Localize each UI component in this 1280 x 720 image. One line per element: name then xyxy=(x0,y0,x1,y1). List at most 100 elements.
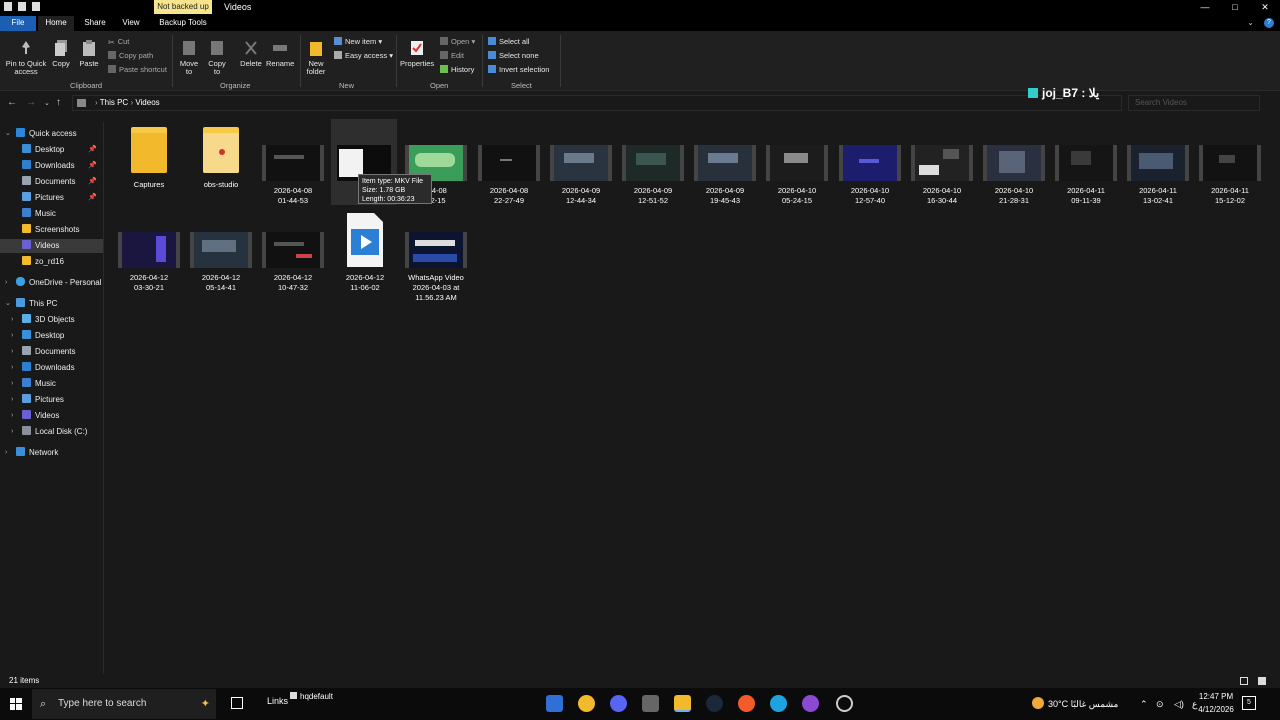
chevron-right-icon[interactable]: › xyxy=(11,329,13,343)
sidebar-item-pc-downloads[interactable]: › Downloads xyxy=(0,361,103,375)
context-tab-not-backed-up[interactable]: Not backed up xyxy=(154,0,212,14)
tab-home[interactable]: Home xyxy=(38,16,74,31)
sidebar-onedrive[interactable]: › OneDrive - Personal xyxy=(0,276,103,290)
history-button[interactable]: History xyxy=(440,65,474,74)
pin-to-quick-access-button[interactable]: Pin to Quick access xyxy=(4,39,48,76)
windows-start-icon[interactable] xyxy=(10,698,22,710)
new-item-button[interactable]: New item ▾ xyxy=(334,37,382,46)
minimize-button[interactable]: — xyxy=(1190,0,1220,15)
file-tile-whatsapp-video[interactable]: WhatsApp Video 2026-04-03 at 11.56.23 AM xyxy=(403,232,469,303)
chevron-right-icon[interactable]: › xyxy=(11,345,13,359)
help-icon[interactable]: ? xyxy=(1264,18,1274,28)
hqdefault-link[interactable]: hqdefault xyxy=(290,688,333,706)
tab-share[interactable]: Share xyxy=(80,16,110,31)
outlook-icon[interactable] xyxy=(546,695,563,712)
folder-qa-icon[interactable] xyxy=(32,2,40,11)
breadcrumb-videos[interactable]: Videos xyxy=(135,98,159,107)
select-all-button[interactable]: Select all xyxy=(488,37,529,46)
file-tile-video[interactable]: 2026-04-09 12-44-34 xyxy=(548,145,614,206)
paste-shortcut-button[interactable]: Paste shortcut xyxy=(108,65,167,74)
sidebar-network[interactable]: › Network xyxy=(0,446,103,460)
file-tile-video[interactable]: 2026-04-09 19-45-43 xyxy=(692,145,758,206)
cut-button[interactable]: ✂ Cut xyxy=(108,37,129,47)
file-tile-video[interactable]: 2026-04-11 09-11-39 xyxy=(1053,145,1119,206)
open-button[interactable]: Open ▾ xyxy=(440,37,475,46)
tab-backup-tools[interactable]: Backup Tools xyxy=(154,16,212,31)
properties-qa-icon[interactable] xyxy=(4,2,12,11)
edge-icon[interactable] xyxy=(770,695,787,712)
sidebar-quick-access[interactable]: ⌄ Quick access xyxy=(0,127,103,141)
sidebar-item-3d-objects[interactable]: › 3D Objects xyxy=(0,313,103,327)
sidebar-this-pc[interactable]: ⌄ This PC xyxy=(0,297,103,311)
chevron-right-icon[interactable]: › xyxy=(5,446,7,460)
network-status-icon[interactable]: ⊙ xyxy=(1156,688,1164,720)
delete-button[interactable]: Delete xyxy=(238,39,264,68)
taskbar-search-input[interactable]: ⌕ Type here to search ✦ xyxy=(32,689,216,719)
collapse-ribbon-icon[interactable]: ⌄ xyxy=(1247,18,1254,27)
copy-path-button[interactable]: Copy path xyxy=(108,51,153,60)
sidebar-item-pictures[interactable]: Pictures 📌 xyxy=(0,191,103,205)
task-view-icon[interactable] xyxy=(231,697,243,709)
search-input[interactable]: Search Videos xyxy=(1128,95,1260,111)
new-folder-button[interactable]: New folder xyxy=(304,39,328,76)
pin-icon[interactable]: 📌 xyxy=(88,159,97,173)
pin-icon[interactable]: 📌 xyxy=(88,191,97,205)
file-tile-video[interactable]: 2026-04-12 10-47-32 xyxy=(260,232,326,293)
chevron-right-icon[interactable]: › xyxy=(5,276,7,290)
pin-icon[interactable]: 📌 xyxy=(88,175,97,189)
maximize-button[interactable]: □ xyxy=(1220,0,1250,15)
breadcrumb-this-pc[interactable]: This PC xyxy=(100,98,128,107)
file-tile-video[interactable]: 2026-04-08 01-44-53 xyxy=(260,145,326,206)
sidebar-item-videos[interactable]: Videos xyxy=(0,239,103,253)
chevron-right-icon[interactable]: › xyxy=(11,361,13,375)
large-icons-view-icon[interactable] xyxy=(1258,677,1266,685)
sidebar-item-pc-pictures[interactable]: › Pictures xyxy=(0,393,103,407)
details-view-icon[interactable] xyxy=(1240,677,1248,685)
file-explorer-icon[interactable] xyxy=(674,695,691,712)
edit-button[interactable]: Edit xyxy=(440,51,464,60)
links-toolbar[interactable]: Links xyxy=(267,688,288,714)
file-tile-captures[interactable]: Captures xyxy=(116,125,182,190)
properties-button[interactable]: Properties xyxy=(400,39,434,68)
file-tile-video[interactable]: 2026-04-10 21-28-31 xyxy=(981,145,1047,206)
discord-icon[interactable] xyxy=(610,695,627,712)
file-tile-video[interactable]: 2026-04-09 12-51-52 xyxy=(620,145,686,206)
file-tile-video[interactable]: 2026-04-10 16-30-44 xyxy=(909,145,975,206)
messenger-icon[interactable] xyxy=(802,695,819,712)
clock[interactable]: 12:47 PM 4/12/2026 xyxy=(1196,690,1236,716)
rename-button[interactable]: Rename xyxy=(266,39,294,68)
new-folder-qa-icon[interactable] xyxy=(18,2,26,11)
sidebar-item-pc-videos[interactable]: › Videos xyxy=(0,409,103,423)
steam-icon[interactable] xyxy=(706,695,723,712)
file-tile-video[interactable]: 2026-04-12 03-30-21 xyxy=(116,232,182,293)
tab-file[interactable]: File xyxy=(0,16,36,31)
paste-button[interactable]: Paste xyxy=(78,39,100,68)
yellow-app-icon[interactable] xyxy=(578,695,595,712)
file-tile-video[interactable]: 2026-04-12 05-14-41 xyxy=(188,232,254,293)
invert-selection-button[interactable]: Invert selection xyxy=(488,65,549,74)
chevron-down-icon[interactable]: ⌄ xyxy=(5,127,11,141)
select-none-button[interactable]: Select none xyxy=(488,51,539,60)
chevron-down-icon[interactable]: ⌄ xyxy=(5,297,11,311)
sidebar-item-documents[interactable]: Documents 📌 xyxy=(0,175,103,189)
sidebar-item-pc-music[interactable]: › Music xyxy=(0,377,103,391)
chevron-right-icon[interactable]: › xyxy=(11,393,13,407)
sidebar-item-zo-rd16[interactable]: zo_rd16 xyxy=(0,255,103,269)
recent-locations-icon[interactable]: ⌄ xyxy=(44,99,50,107)
file-tile-video[interactable]: 2026-04-10 05-24-15 xyxy=(764,145,830,206)
pin-icon[interactable]: 📌 xyxy=(88,143,97,157)
sidebar-item-desktop[interactable]: Desktop 📌 xyxy=(0,143,103,157)
file-tile-video[interactable]: 2026-04-11 13-02-41 xyxy=(1125,145,1191,206)
file-tile-video[interactable]: 2026-04-11 15-12-02 xyxy=(1197,145,1263,206)
tab-view[interactable]: View xyxy=(116,16,146,31)
sidebar-item-screenshots[interactable]: Screenshots xyxy=(0,223,103,237)
up-icon[interactable]: ↑ xyxy=(56,97,61,108)
copy-to-button[interactable]: Copy to xyxy=(206,39,228,76)
chevron-right-icon[interactable]: › xyxy=(11,425,13,439)
sidebar-item-pc-desktop[interactable]: › Desktop xyxy=(0,329,103,343)
easy-access-button[interactable]: Easy access ▾ xyxy=(334,51,393,60)
back-icon[interactable]: ← xyxy=(7,97,17,108)
move-to-button[interactable]: Move to xyxy=(178,39,200,76)
chevron-right-icon[interactable]: › xyxy=(11,313,13,327)
close-button[interactable]: ✕ xyxy=(1250,0,1280,15)
